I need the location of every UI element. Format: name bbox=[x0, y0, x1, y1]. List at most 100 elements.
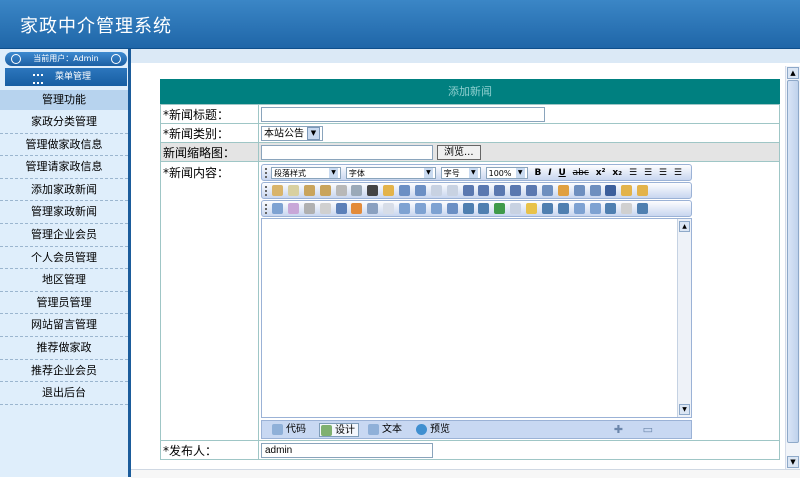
scroll-up-icon[interactable]: ▲ bbox=[787, 67, 799, 79]
italic-icon[interactable]: I bbox=[548, 168, 551, 178]
sidebar-item-messages[interactable]: 网站留言管理 bbox=[0, 314, 128, 337]
grid-icon[interactable] bbox=[367, 203, 379, 214]
hr-icon[interactable] bbox=[414, 203, 426, 214]
remove-format-icon[interactable] bbox=[589, 185, 601, 196]
publisher-input[interactable] bbox=[261, 443, 433, 458]
subscript-icon[interactable]: x₂ bbox=[612, 168, 622, 178]
paragraph-style-select[interactable]: 段落样式 ▼ bbox=[271, 167, 341, 179]
text-color-icon[interactable] bbox=[541, 185, 553, 196]
news-title-input[interactable] bbox=[261, 107, 545, 122]
underline-icon[interactable]: U bbox=[558, 168, 565, 178]
ordered-list-icon[interactable] bbox=[462, 185, 474, 196]
sidebar-item-admins[interactable]: 管理员管理 bbox=[0, 292, 128, 315]
sidebar-item-regions[interactable]: 地区管理 bbox=[0, 269, 128, 292]
align-justify-icon[interactable]: ☰ bbox=[674, 168, 682, 178]
link-icon[interactable] bbox=[446, 203, 458, 214]
sidebar-item-category[interactable]: 家政分类管理 bbox=[0, 111, 128, 134]
align-right-icon[interactable]: ☰ bbox=[659, 168, 667, 178]
indent-icon[interactable] bbox=[510, 185, 522, 196]
align-center-icon[interactable]: ☰ bbox=[644, 168, 652, 178]
media-icon[interactable] bbox=[303, 203, 315, 214]
editor-scrollbar[interactable]: ▲ ▼ bbox=[677, 219, 691, 417]
news-category-label: *新闻类别： bbox=[160, 123, 259, 143]
scroll-down-icon[interactable]: ▼ bbox=[787, 456, 799, 468]
chevron-down-icon: ▼ bbox=[515, 168, 525, 178]
mode-design-tab[interactable]: 设计 bbox=[319, 423, 359, 437]
news-thumb-input[interactable] bbox=[261, 145, 433, 160]
page-scrollbar[interactable]: ▲ ▼ bbox=[785, 66, 800, 469]
outdent-icon[interactable] bbox=[494, 185, 506, 196]
special-icon[interactable] bbox=[494, 203, 506, 214]
undo-icon[interactable] bbox=[399, 185, 410, 196]
strikethrough-icon[interactable]: abc bbox=[573, 168, 589, 178]
paste-word-icon[interactable] bbox=[335, 185, 347, 196]
menu-header[interactable]: 菜单管理 bbox=[5, 68, 127, 86]
font-size-select[interactable]: 字号 ▼ bbox=[440, 167, 481, 179]
art-text-icon[interactable] bbox=[557, 203, 569, 214]
copy-icon[interactable] bbox=[287, 185, 299, 196]
format-brush-icon[interactable] bbox=[573, 185, 585, 196]
browse-button[interactable]: 浏览... bbox=[437, 145, 481, 160]
cursor-icon[interactable] bbox=[446, 185, 458, 196]
scroll-up-icon[interactable]: ▲ bbox=[679, 221, 690, 232]
zoom-select[interactable]: 100% ▼ bbox=[485, 167, 528, 179]
map-icon[interactable] bbox=[478, 203, 490, 214]
about-icon[interactable] bbox=[637, 203, 649, 214]
toolbar-grip-icon bbox=[265, 168, 269, 178]
form-icon[interactable] bbox=[399, 203, 410, 214]
spellcheck-icon[interactable] bbox=[383, 185, 395, 196]
emoticon-icon[interactable] bbox=[526, 203, 537, 214]
superscript-icon[interactable]: x² bbox=[596, 168, 606, 178]
sidebar-item-manage-news[interactable]: 管理家政新闻 bbox=[0, 201, 128, 224]
frame-icon[interactable] bbox=[383, 203, 395, 214]
news-category-select[interactable]: 本站公告 ▼ bbox=[261, 125, 323, 141]
omega-icon[interactable] bbox=[510, 203, 522, 214]
flash-icon[interactable] bbox=[287, 203, 299, 214]
layer-icon[interactable] bbox=[621, 185, 633, 196]
mode-text-tab[interactable]: 文本 bbox=[367, 423, 405, 437]
select-all-icon[interactable] bbox=[430, 185, 442, 196]
marquee-icon[interactable] bbox=[430, 203, 442, 214]
find-icon[interactable] bbox=[351, 185, 363, 196]
excel-icon[interactable] bbox=[541, 203, 553, 214]
sidebar-item-add-news[interactable]: 添加家政新闻 bbox=[0, 179, 128, 202]
paragraph-icon[interactable] bbox=[526, 185, 537, 196]
scroll-down-icon[interactable]: ▼ bbox=[679, 404, 690, 415]
editor-content-area[interactable]: ▲ ▼ bbox=[261, 218, 692, 418]
mode-code-tab[interactable]: 代码 bbox=[271, 423, 309, 437]
sidebar-item-manage-worker-info[interactable]: 管理做家政信息 bbox=[0, 134, 128, 157]
sidebar-item-manage-request-info[interactable]: 管理请家政信息 bbox=[0, 156, 128, 179]
redo-icon[interactable] bbox=[414, 185, 426, 196]
cut-icon[interactable] bbox=[272, 185, 283, 196]
highlight-icon[interactable] bbox=[557, 185, 569, 196]
font-select[interactable]: 字体 ▼ bbox=[345, 167, 436, 179]
pagebreak-icon[interactable] bbox=[605, 203, 617, 214]
time-icon[interactable] bbox=[589, 203, 601, 214]
sidebar-item-recommend-worker[interactable]: 推荐做家政 bbox=[0, 337, 128, 360]
bold-icon[interactable]: B bbox=[535, 168, 542, 178]
table-icon[interactable] bbox=[335, 203, 347, 214]
scrollbar-thumb[interactable] bbox=[787, 80, 799, 443]
sidebar-item-personal-members[interactable]: 个人会员管理 bbox=[0, 247, 128, 270]
image-icon[interactable] bbox=[272, 203, 283, 214]
sidebar-item-recommend-company[interactable]: 推荐企业会员 bbox=[0, 360, 128, 383]
table-props-icon[interactable] bbox=[351, 203, 363, 214]
sidebar-item-logout[interactable]: 退出后台 bbox=[0, 382, 128, 405]
block-icon[interactable] bbox=[605, 185, 617, 196]
paste-text-icon[interactable] bbox=[319, 185, 331, 196]
resize-plus-minus-icon[interactable]: ✚ ▭ bbox=[614, 423, 661, 436]
ring-icon bbox=[111, 54, 121, 64]
delete-icon[interactable] bbox=[367, 185, 379, 196]
unordered-list-icon[interactable] bbox=[478, 185, 490, 196]
align-left-icon[interactable]: ☰ bbox=[629, 168, 637, 178]
mode-preview-tab[interactable]: 预览 bbox=[415, 423, 453, 437]
fullscreen-icon[interactable] bbox=[621, 203, 633, 214]
date-icon[interactable] bbox=[573, 203, 585, 214]
template-icon[interactable] bbox=[637, 185, 649, 196]
sidebar-item-manage-company-members[interactable]: 管理企业会员 bbox=[0, 224, 128, 247]
attachment-icon[interactable] bbox=[319, 203, 331, 214]
editor-toolbar-2 bbox=[261, 182, 692, 199]
anchor-icon[interactable] bbox=[462, 203, 474, 214]
paste-icon[interactable] bbox=[303, 185, 315, 196]
chevron-down-icon: ▼ bbox=[307, 126, 320, 140]
